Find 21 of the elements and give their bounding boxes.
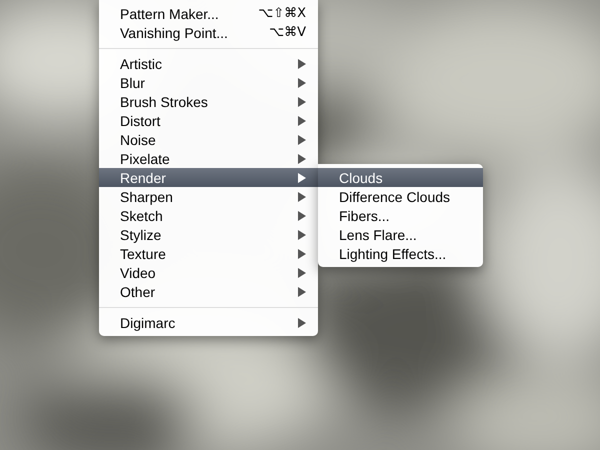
menu-item[interactable]: Fibers... [318, 206, 483, 225]
menu-item[interactable]: Sketch [99, 206, 318, 225]
menu-item[interactable]: Brush Strokes [99, 92, 318, 111]
menu-item[interactable]: Pixelate [99, 149, 318, 168]
menu-item[interactable]: Sharpen [99, 187, 318, 206]
menu-item[interactable]: Lens Flare... [318, 225, 483, 244]
menu-item[interactable]: Stylize [99, 225, 318, 244]
menu-item[interactable]: Lighting Effects... [318, 244, 483, 263]
menu-item[interactable]: Difference Clouds [318, 187, 483, 206]
menu-item[interactable]: Render [99, 168, 318, 187]
menu-item[interactable]: Pattern Maker... ⌥⇧⌘X [99, 4, 318, 23]
menu-item[interactable]: Artistic [99, 54, 318, 73]
menu-item[interactable]: Distort [99, 111, 318, 130]
menu-item[interactable]: Clouds [318, 168, 483, 187]
menu-item[interactable]: Texture [99, 244, 318, 263]
menu-item[interactable]: Noise [99, 130, 318, 149]
menu-item[interactable]: Video [99, 263, 318, 282]
menu-item[interactable]: Blur [99, 73, 318, 92]
menu-item[interactable]: Vanishing Point... ⌥⌘V [99, 23, 318, 42]
menu-item[interactable]: Digimarc [99, 313, 318, 332]
menu-item[interactable]: Other [99, 282, 318, 301]
